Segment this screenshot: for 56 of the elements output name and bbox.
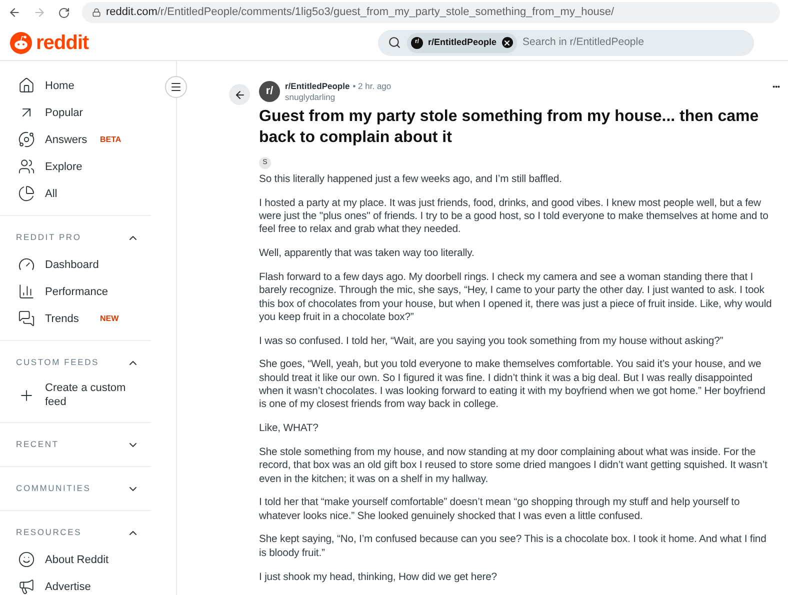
section-header[interactable]: RESOURCES <box>0 519 151 546</box>
sidebar-item[interactable]: Trends NEW <box>0 305 151 332</box>
home-icon <box>18 77 35 94</box>
sidebar-item[interactable]: About Reddit <box>0 546 151 573</box>
search-input[interactable]: Search in r/EntitledPeople <box>522 34 744 50</box>
back-button[interactable] <box>229 84 250 105</box>
url-text: reddit.com/r/EntitledPeople/comments/1lig5o3/guest_from_my_party_stole_something_from_my_house/ <box>106 5 614 20</box>
back-arrow-icon <box>234 88 246 100</box>
reddit-logo-icon <box>10 32 32 54</box>
section-header[interactable]: REDDIT PRO <box>0 224 151 251</box>
chart-icon <box>18 185 35 202</box>
menu-icon <box>170 81 182 93</box>
address-bar[interactable]: reddit.com/r/EntitledPeople/comments/1lig5o3/guest_from_my_party_stole_something_from_my_house/ <box>82 2 780 23</box>
author-link[interactable]: snuglydarling <box>285 92 773 103</box>
sidebar-item[interactable]: Performance <box>0 278 151 305</box>
post-title: Guest from my party stole something from my house... then came back to complain about it <box>259 107 760 148</box>
sidebar-item[interactable]: Answers BETA <box>0 126 151 153</box>
tag-label: BETA <box>100 134 122 146</box>
reload-icon[interactable] <box>58 6 70 18</box>
sidebar-item[interactable]: Explore <box>0 153 151 180</box>
gauge-icon <box>18 256 35 273</box>
chat-icon <box>18 310 35 327</box>
tag-label: NEW <box>100 312 119 324</box>
bar-chart-icon <box>18 283 35 300</box>
circles-icon <box>18 131 35 148</box>
subreddit-link[interactable]: r/EntitledPeople <box>285 81 350 92</box>
back-icon[interactable] <box>8 6 21 19</box>
section-header[interactable]: COMMUNITIES <box>0 475 151 502</box>
post-paragraph: I just shook my head, thinking, How did we get here? <box>259 570 498 584</box>
people-icon <box>18 158 35 175</box>
remove-chip-icon[interactable] <box>502 37 513 48</box>
post-paragraph: She stole something from my house, and now standing at my door complaining about what was inside. For the record, that box was an old gift box I reused to store some dried mangoes I didn’t want getting squished. It wasn’t even in the kitchen; it was on a shelf in my hallway. <box>259 446 768 486</box>
megaphone-icon <box>18 578 35 595</box>
post-paragraph: Well, apparently that was taken way too literally. <box>259 247 476 260</box>
post-time: • 2 hr. ago <box>352 81 392 92</box>
section-header[interactable]: RECENT <box>0 431 151 458</box>
smiley-icon <box>18 551 35 568</box>
post-paragraph: I hosted a party at my place. It was just friends, food, drinks, and good vibes. I knew most people well, but a few were just the "plus ones" of friends. I try to be a good host, so I told everyone to make themselves at home and to feel free to relax and grab what they needed. <box>259 196 770 237</box>
sidebar-item[interactable]: All <box>0 180 151 207</box>
post-paragraph: Flash forward to a few days ago. My doorbell rings. I check my camera and see a woman standing there that I barely recognize. Through the mic, she says, “Hey, I came to your party the other day. I just wanted to ask. I took this box of chocolates from your house, but when I opened it, there was just a piece of fruit inside. Like, why would you keep fruit in a chocolate box?” <box>259 270 773 324</box>
post-paragraph: She kept saying, “No, I’m confused because can you see? This is a chocolate box. I took it home. And what I find is bloody fruit.” <box>259 533 768 560</box>
post-paragraph: I told her that “make yourself comfortable” doesn’t mean “go shopping through my stuff and help yourself to whatever looks nice.” She looked genuinely shocked that I was even a little confused. <box>259 496 741 523</box>
sidebar-item[interactable]: Popular <box>0 99 151 126</box>
sidebar-item[interactable]: Dashboard <box>0 251 151 278</box>
post-paragraph: I was so confused. I told her, “Wait, are you saying you took something from my house without asking?” <box>259 334 724 348</box>
search-icon <box>388 36 401 49</box>
section-header[interactable]: CUSTOM FEEDS <box>0 349 151 376</box>
post-paragraph: She goes, “Well, yeah, but you told everyone to make themselves comfortable. You said it’s your house, and we should treat it like our own. So I figured it was fine. I didn’t think it was a big deal. But I was really disappointed when it wasn’t chocolates. I was looking forward to eating it with my boyfriend when we got home.” Her boyfriend is one of my closest friends from way back in college. <box>259 358 766 412</box>
post-paragraph: Like, WHAT? <box>259 422 320 436</box>
sidebar-item[interactable]: Advertise <box>0 573 151 595</box>
lock-icon <box>92 8 101 17</box>
post-paragraph: So this literally happened just a few weeks ago, and I’m still baffled. <box>259 173 563 186</box>
sidebar-item[interactable]: Create a custom feed <box>0 376 151 414</box>
sidebar-item[interactable]: Home <box>0 72 151 99</box>
menu-button[interactable] <box>165 76 187 98</box>
subreddit-avatar[interactable]: r/ <box>259 81 280 102</box>
